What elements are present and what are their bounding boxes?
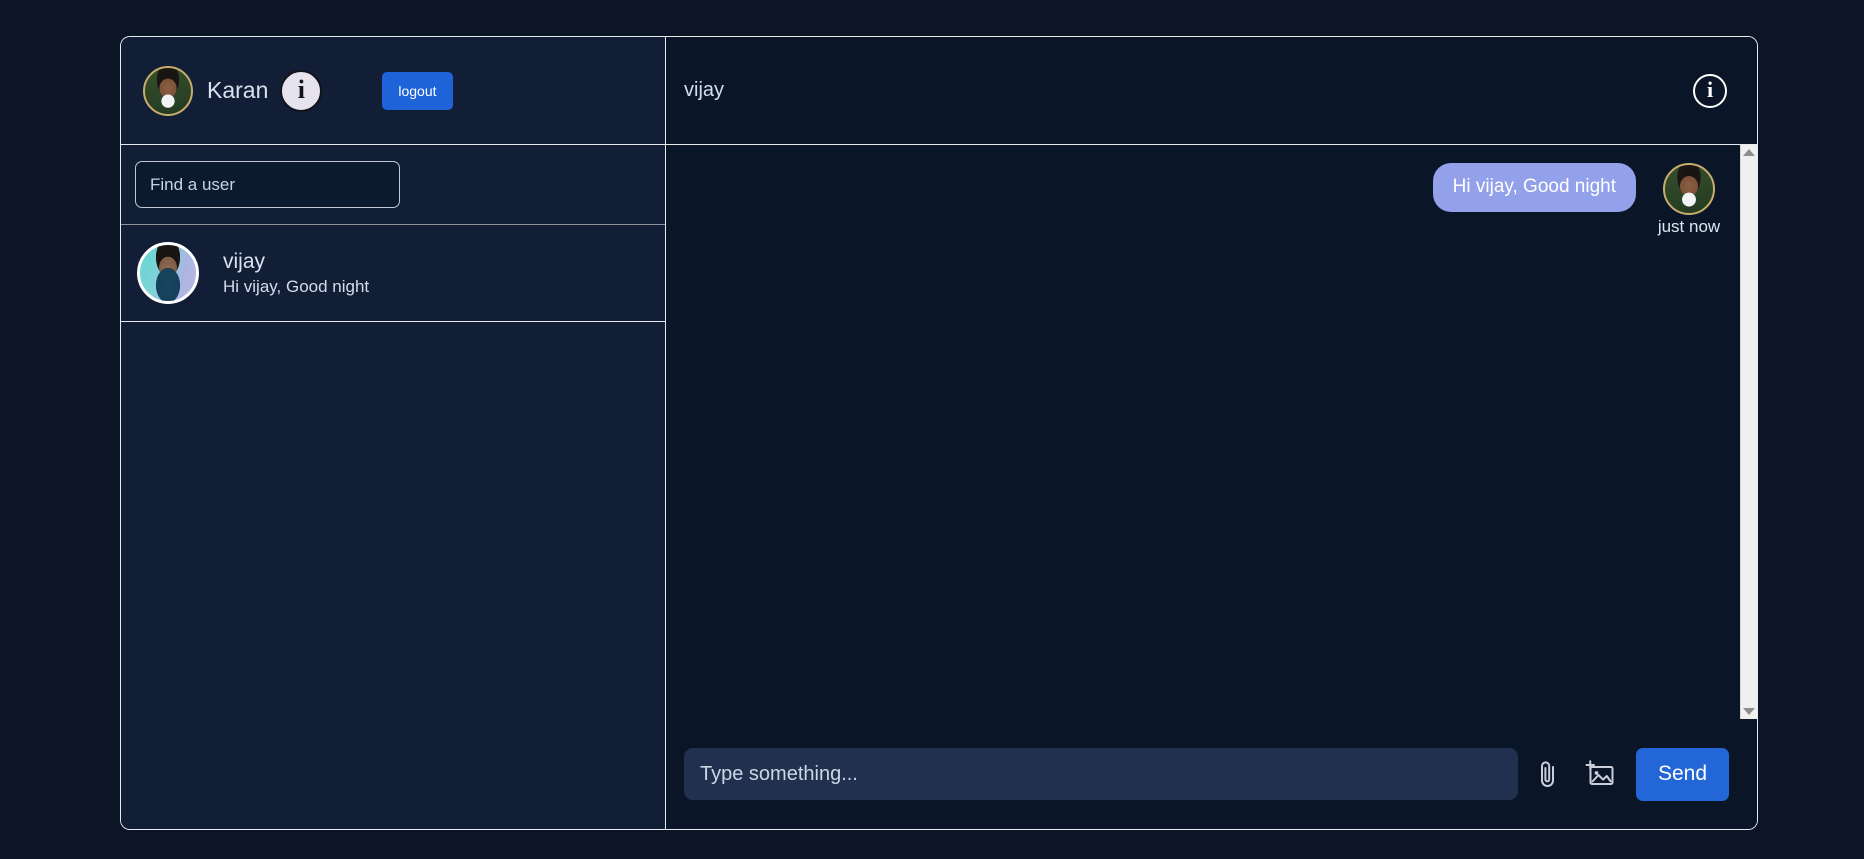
user-avatar-karan [1663, 163, 1715, 215]
message-timestamp: just now [1657, 217, 1721, 236]
message-row: Hi vijay, Good night just now [690, 163, 1728, 237]
app-root: Karan i logout vijay Hi vijay, Good nigh… [0, 0, 1864, 859]
current-username: Karan [207, 77, 269, 103]
sidebar-search-row [121, 145, 665, 225]
chat-header-title: vijay [684, 79, 725, 101]
messages-region: Hi vijay, Good night just now [666, 145, 1757, 719]
conversation-name: vijay [223, 249, 266, 273]
info-glyph: i [1706, 76, 1714, 102]
message-input[interactable] [684, 748, 1518, 800]
logout-button[interactable]: logout [382, 71, 453, 110]
conversation-preview: Hi vijay, Good night [223, 276, 370, 296]
user-avatar-vijay [137, 242, 199, 304]
message-composer: Send [666, 719, 1757, 829]
chat-header: vijay i [666, 37, 1757, 145]
info-glyph: i [297, 74, 305, 104]
profile-info-icon[interactable]: i [280, 69, 323, 112]
scroll-up-arrow-icon[interactable] [1743, 149, 1755, 156]
chat-info-icon[interactable]: i [1693, 73, 1727, 108]
list-item[interactable]: vijay Hi vijay, Good night [121, 225, 665, 322]
sidebar: Karan i logout vijay Hi vijay, Good nigh… [121, 37, 666, 829]
search-input[interactable] [135, 161, 400, 208]
sidebar-empty-space [121, 322, 665, 829]
chat-application-window: Karan i logout vijay Hi vijay, Good nigh… [120, 36, 1758, 830]
messages-list: Hi vijay, Good night just now [666, 145, 1740, 719]
attach-file-button[interactable] [1526, 752, 1570, 796]
add-image-icon [1585, 760, 1614, 785]
conversation-text: vijay Hi vijay, Good night [223, 250, 369, 297]
message-bubble: Hi vijay, Good night [1432, 163, 1636, 212]
sidebar-header: Karan i logout [121, 37, 665, 145]
paperclip-icon [1540, 761, 1554, 787]
scroll-down-arrow-icon[interactable] [1743, 708, 1755, 715]
add-image-button[interactable] [1574, 752, 1624, 796]
chat-scrollbar[interactable] [1740, 145, 1757, 719]
user-avatar-karan [143, 65, 193, 116]
send-button[interactable]: Send [1635, 747, 1729, 801]
message-meta: just now [1650, 163, 1728, 237]
chat-panel: vijay i Hi vijay, Good night just now Ty… [666, 37, 1757, 829]
